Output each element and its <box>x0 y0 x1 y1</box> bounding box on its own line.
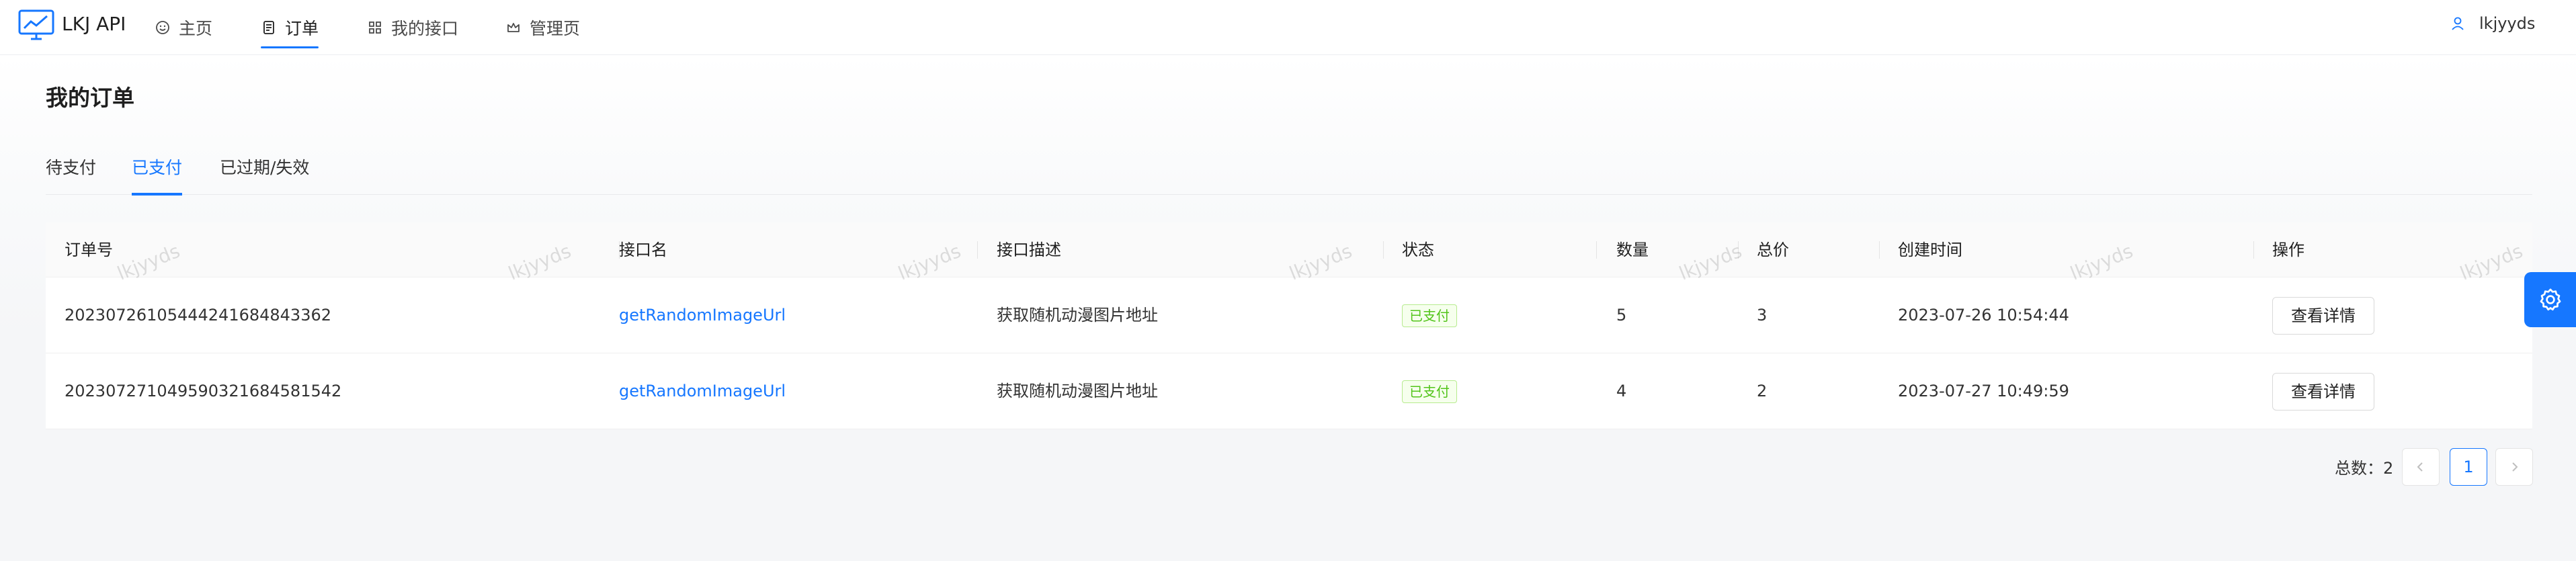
nav-item-orders[interactable]: 订单 <box>261 0 319 55</box>
right-icon <box>2512 462 2518 472</box>
user-name: lkjyyds <box>2479 14 2536 33</box>
column-divider <box>2253 241 2254 259</box>
nav-item-home[interactable]: 主页 <box>155 0 212 55</box>
column-header-api-name: 接口名 <box>619 241 667 259</box>
prev-page-button[interactable] <box>2402 448 2440 486</box>
tab-pending[interactable]: 待支付 <box>46 149 96 195</box>
user-icon <box>2452 17 2464 30</box>
tab-paid[interactable]: 已支付 <box>132 149 183 196</box>
page-1-button[interactable]: 1 <box>2450 448 2487 486</box>
column-divider <box>1879 241 1880 259</box>
quantity: 5 <box>1616 306 1627 325</box>
api-name-link[interactable]: getRandomImageUrl <box>619 277 786 353</box>
brand-name[interactable]: LKJ API <box>62 12 126 36</box>
tab-label: 已支付 <box>132 158 183 177</box>
column-header-status: 状态 <box>1402 241 1434 259</box>
nav-item-label: 管理页 <box>530 19 581 38</box>
order-icon <box>263 21 274 34</box>
quantity: 4 <box>1616 382 1627 400</box>
view-details-button[interactable]: 查看详情 <box>2272 297 2374 335</box>
created-at: 2023-07-26 10:54:44 <box>1898 306 2069 325</box>
gear-icon <box>2540 288 2561 311</box>
nav-item-admin[interactable]: 管理页 <box>505 0 580 55</box>
order-no: 20230726105444241684843362 <box>65 306 332 325</box>
user-menu[interactable]: lkjyyds <box>2450 0 2535 47</box>
nav-item-label: 主页 <box>179 19 213 38</box>
order-status-tabs: 待支付 已支付 已过期/失效 <box>46 149 2532 196</box>
tab-active-ink <box>132 193 183 196</box>
total-price: 3 <box>1757 306 1768 325</box>
column-header-created-at: 创建时间 <box>1898 241 1962 259</box>
column-header-description: 接口描述 <box>997 241 1061 259</box>
pagination-total: 总数：2 <box>2335 459 2394 478</box>
settings-button[interactable] <box>2524 272 2576 327</box>
crown-icon <box>507 23 520 32</box>
api-description: 获取随机动漫图片地址 <box>997 382 1158 400</box>
total-price: 2 <box>1757 382 1768 400</box>
column-divider <box>1383 241 1384 259</box>
column-header-order-no: 订单号 <box>65 241 113 259</box>
column-divider <box>977 241 978 259</box>
api-name-link[interactable]: getRandomImageUrl <box>619 353 786 429</box>
nav-item-label: 订单 <box>285 19 319 38</box>
order-no: 202307271049590321684581542 <box>65 382 342 400</box>
tab-expired[interactable]: 已过期/失效 <box>220 149 309 195</box>
table-row: 202307271049590321684581542 getRandomIma… <box>46 353 2532 429</box>
left-icon <box>2417 462 2423 472</box>
created-at: 2023-07-27 10:49:59 <box>1898 382 2069 400</box>
status-badge: 已支付 <box>1402 304 1457 327</box>
status-badge: 已支付 <box>1402 380 1457 403</box>
column-divider <box>1738 241 1739 259</box>
api-description: 获取随机动漫图片地址 <box>997 306 1158 325</box>
orders-table: 订单号 接口名 接口描述 状态 数量 总价 创建时间 操作 2023072610… <box>46 222 2532 429</box>
column-header-actions: 操作 <box>2272 241 2304 259</box>
view-details-button[interactable]: 查看详情 <box>2272 373 2374 411</box>
table-header: 订单号 接口名 接口描述 状态 数量 总价 创建时间 操作 <box>46 222 2532 277</box>
top-header: LKJ API 主页 订单 我的接口 管理页 lkjyyds <box>0 0 2576 55</box>
nav-active-underline <box>261 46 319 48</box>
appstore-icon <box>369 21 381 34</box>
column-header-total-price: 总价 <box>1757 241 1789 259</box>
logo-icon[interactable] <box>17 8 55 43</box>
column-divider <box>1596 241 1597 259</box>
next-page-button[interactable] <box>2495 448 2533 486</box>
nav-item-my-apis[interactable]: 我的接口 <box>367 0 458 55</box>
table-row: 20230726105444241684843362 getRandomImag… <box>46 277 2532 353</box>
nav-item-label: 我的接口 <box>391 19 459 38</box>
page-title: 我的订单 <box>46 85 134 111</box>
smile-icon <box>156 21 169 34</box>
column-header-quantity: 数量 <box>1616 241 1649 259</box>
